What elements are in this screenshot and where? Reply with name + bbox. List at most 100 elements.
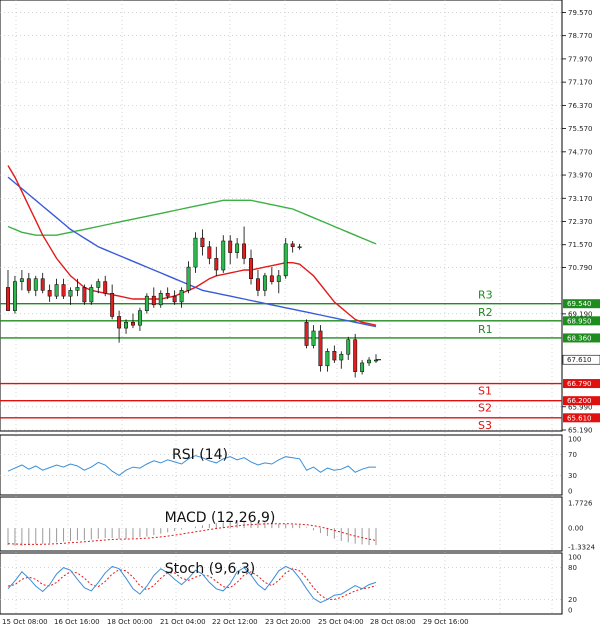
candle-body-down (151, 295, 156, 306)
candle-body-up (96, 281, 101, 288)
candle-body-up (235, 243, 240, 253)
price-tick-label: 79.570 (568, 9, 593, 17)
candle-body-up (193, 237, 198, 268)
forex-chart: 79.570 78.770 77.970 77.170 76.370 75.570 74.7… (0, 0, 600, 626)
date-axis: 15 Oct 08:00 16 Oct 16:00 18 Oct 00:00 21 O… (2, 618, 469, 626)
price-tick-label: 77.970 (568, 55, 593, 63)
last-price-label: 67.610 (567, 356, 592, 364)
stoch-tick-label: 100 (568, 554, 581, 562)
price-tick-label: 71.570 (568, 241, 593, 249)
price-panel (0, 0, 563, 432)
candle-body-up (68, 290, 73, 297)
level-price-label-s2: 66.200 (567, 397, 592, 405)
candle-body-up (276, 275, 281, 282)
candle (144, 293, 149, 314)
candle-body-down (82, 287, 87, 303)
price-tick-label: 65.190 (568, 427, 593, 435)
date-tick-label: 25 Oct 04:00 (318, 618, 364, 626)
candle-body-up (311, 330, 316, 346)
candle-body-up (297, 246, 302, 249)
candle-body-up (262, 275, 267, 291)
candle-body-down (47, 290, 52, 297)
candle-body-up (75, 287, 80, 291)
candle-body-down (228, 240, 233, 253)
level-price-label-r1: 68.360 (567, 334, 592, 342)
candle-body-up (179, 290, 184, 303)
rsi-title: RSI (14) (172, 447, 228, 463)
candle-body-down (40, 278, 45, 291)
candle-body-up (186, 266, 191, 291)
stoch-tick-label: 0 (568, 607, 572, 615)
candle-body-down (304, 322, 309, 346)
macd-title: MACD (12,26,9) (165, 510, 276, 526)
candle-body-down (332, 351, 337, 361)
candle (353, 333, 358, 378)
rsi-panel (0, 434, 563, 496)
candle-body-up (144, 295, 149, 311)
candle-body-up (339, 353, 344, 361)
candle-body-down (6, 287, 10, 311)
candle-body-down (26, 278, 31, 291)
candle-body-up (360, 362, 365, 372)
date-tick-label: 15 Oct 08:00 (2, 618, 48, 626)
candle (283, 238, 288, 279)
level-name-r1: R1 (478, 323, 493, 336)
rsi-tick-label: 100 (568, 436, 581, 444)
date-tick-label: 29 Oct 16:00 (423, 618, 469, 626)
candle-body-down (242, 243, 247, 259)
date-tick-label: 23 Oct 20:00 (265, 618, 311, 626)
candle-body-down (103, 281, 108, 294)
level-name-r3: R3 (478, 289, 493, 302)
candle-body-down (290, 243, 295, 248)
candle-body-down (353, 339, 358, 372)
price-tick-label: 76.370 (568, 102, 593, 110)
candle-body-up (12, 281, 17, 311)
candle-body-up (283, 243, 288, 277)
candle (318, 325, 323, 372)
candle-body-up (33, 278, 38, 291)
level-name-s1: S1 (478, 385, 492, 398)
price-tick-label: 77.170 (568, 79, 593, 87)
candle-body-up (124, 322, 128, 329)
candle-body-down (117, 316, 122, 329)
price-tick-label: 73.170 (568, 195, 593, 203)
candle-body-up (89, 287, 94, 303)
candle (193, 232, 198, 273)
candle-body-up (325, 351, 330, 367)
candle-body-down (172, 295, 177, 303)
price-tick-label: 73.970 (568, 172, 593, 180)
candle (89, 284, 94, 305)
macd-tick-label: -1.3324 (568, 544, 596, 552)
candle-body-down (131, 322, 135, 326)
price-tick-label: 78.770 (568, 32, 593, 40)
level-price-label-s3: 65.610 (567, 414, 592, 422)
candle-body-down (61, 284, 66, 297)
price-tick-label: 72.370 (568, 218, 593, 226)
stoch-title: Stoch (9,6,3) (165, 561, 256, 577)
stoch-tick-label: 80 (568, 564, 577, 572)
rsi-tick-label: 30 (568, 472, 577, 480)
price-axis: 79.570 78.770 77.970 77.170 76.370 75.570 74.7… (562, 9, 593, 435)
candle-body-down (249, 258, 253, 279)
level-price-label-s1: 66.790 (567, 380, 592, 388)
date-tick-label: 22 Oct 12:00 (212, 618, 258, 626)
date-tick-label: 21 Oct 04:00 (160, 618, 206, 626)
candle-body-down (110, 292, 115, 317)
candle-body-up (221, 240, 226, 271)
candle (221, 235, 226, 273)
level-name-s3: S3 (478, 419, 492, 432)
candle-body-down (256, 278, 260, 291)
price-tick-label: 75.570 (568, 125, 593, 133)
candle-body-down (269, 275, 274, 282)
candle-body-up (137, 310, 142, 326)
candle (12, 275, 17, 314)
candle-body-up (346, 339, 351, 355)
date-tick-label: 28 Oct 08:00 (370, 618, 416, 626)
candle-body-down (165, 292, 170, 297)
candle-body-up (54, 284, 59, 297)
date-tick-label: 18 Oct 00:00 (107, 618, 153, 626)
candle (82, 284, 87, 305)
candle-body-up (19, 278, 24, 282)
rsi-tick-label: 0 (568, 488, 572, 496)
stoch-tick-label: 20 (568, 596, 577, 604)
